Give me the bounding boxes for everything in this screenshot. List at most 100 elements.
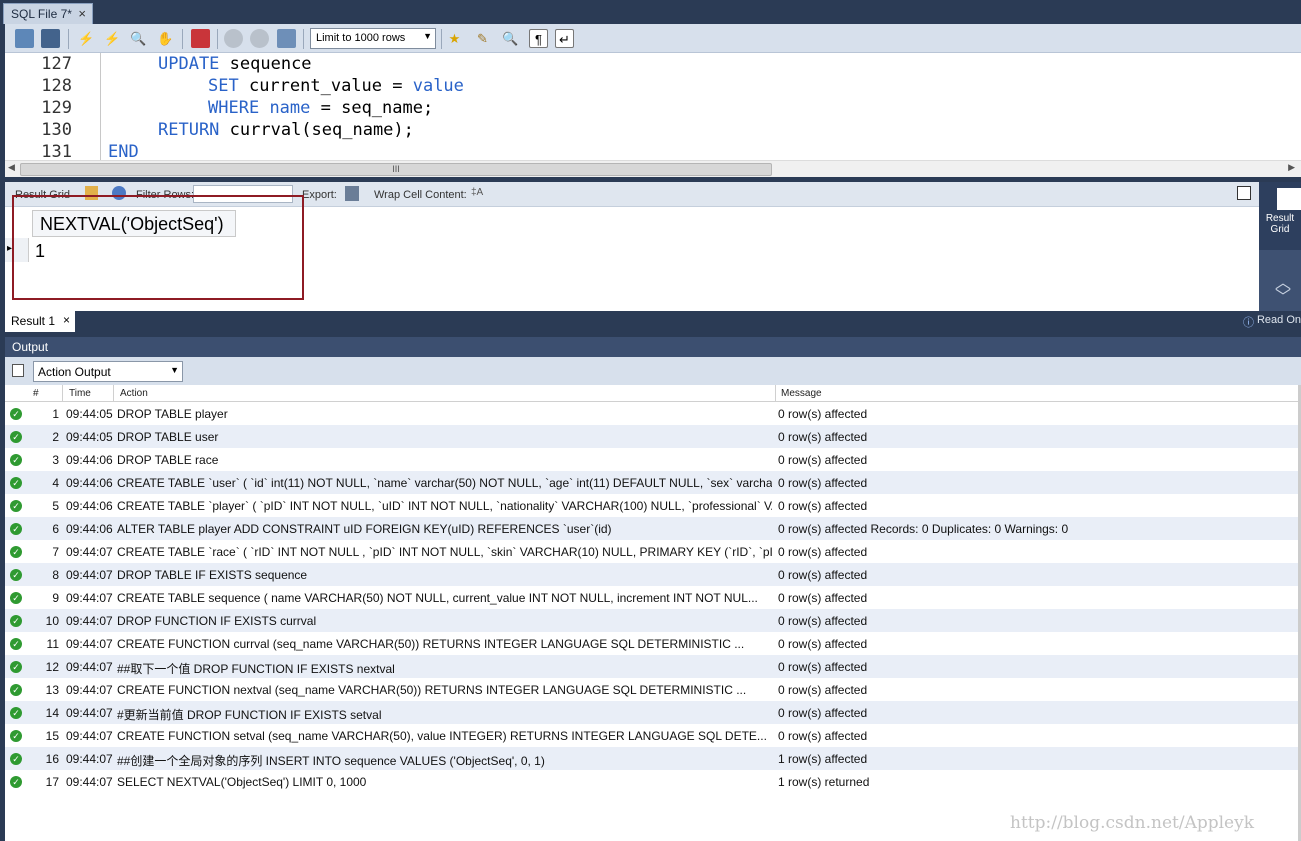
info-icon: ⓘ xyxy=(1243,317,1254,329)
line-number: 127 xyxy=(41,54,72,74)
sql-editor[interactable]: 127 128 129 130 131 UPDATE sequence SET … xyxy=(5,53,1301,160)
column-divider xyxy=(113,385,114,402)
invisible-chars-icon[interactable]: ¶ xyxy=(529,29,548,48)
row-time: 09:44:06 xyxy=(66,453,113,467)
scroll-right-icon[interactable]: ▶ xyxy=(1288,162,1295,173)
header-action[interactable]: Action xyxy=(120,388,148,399)
add-snippet-icon[interactable]: ★ xyxy=(445,29,464,48)
code-line: SET current_value = value xyxy=(208,76,464,96)
row-message: 0 row(s) affected xyxy=(778,453,868,467)
success-check-icon: ✓ xyxy=(10,753,22,765)
table-header: # Time Action Message xyxy=(5,385,1301,402)
commit-icon[interactable] xyxy=(224,29,243,48)
error-stop-icon[interactable] xyxy=(191,29,210,48)
tab-sql-file[interactable]: SQL File 7* × xyxy=(3,3,93,24)
row-time: 09:44:06 xyxy=(66,522,113,536)
export-label: Export: xyxy=(302,189,337,201)
output-type-value: Action Output xyxy=(38,365,111,379)
row-time: 09:44:07 xyxy=(66,568,113,582)
explain-icon[interactable]: 🔍 xyxy=(129,29,148,48)
action-output-table: # Time Action Message ✓ 1 09:44:05 DROP TAB… xyxy=(5,385,1301,841)
row-number: 11 xyxy=(46,637,59,651)
table-row[interactable]: ✓ 14 09:44:07 #更新当前值 DROP FUNCTION IF EXIST… xyxy=(5,701,1301,724)
table-row[interactable]: ✓ 12 09:44:07 ##取下一个值 DROP FUNCTION IF EXIS… xyxy=(5,655,1301,678)
table-row[interactable]: ✓ 1 09:44:05 DROP TABLE player 0 row(s) affe… xyxy=(5,402,1301,425)
code-line: UPDATE sequence xyxy=(158,54,312,74)
scrollbar-thumb[interactable]: III xyxy=(20,163,772,176)
tab-close-icon[interactable]: × xyxy=(78,6,86,21)
table-row[interactable]: ✓ 11 09:44:07 CREATE FUNCTION currval (seq_… xyxy=(5,632,1301,655)
code-keyword: value xyxy=(412,76,464,96)
success-check-icon: ✓ xyxy=(10,661,22,673)
table-row[interactable]: ✓ 4 09:44:06 CREATE TABLE `user` ( `id` int… xyxy=(5,471,1301,494)
success-check-icon: ✓ xyxy=(10,730,22,742)
header-message[interactable]: Message xyxy=(781,388,822,399)
line-number: 128 xyxy=(41,76,72,96)
code-keyword: RETURN xyxy=(158,120,220,140)
find-icon[interactable]: 🔍 xyxy=(501,29,520,48)
copy-icon[interactable] xyxy=(12,364,24,377)
execute-current-icon[interactable]: ⚡ xyxy=(103,29,122,48)
close-icon[interactable]: × xyxy=(63,313,70,327)
header-time[interactable]: Time xyxy=(69,388,91,399)
row-message: 0 row(s) affected xyxy=(778,706,868,720)
stop-icon[interactable]: ✋ xyxy=(156,29,175,48)
row-time: 09:44:07 xyxy=(66,752,113,766)
side-result-grid-button[interactable]: Result Grid xyxy=(1259,182,1301,250)
row-time: 09:44:07 xyxy=(66,614,113,628)
output-panel-header: Output xyxy=(5,337,1301,357)
code-text: sequence xyxy=(219,54,312,74)
table-row[interactable]: ✓ 9 09:44:07 CREATE TABLE sequence ( name V… xyxy=(5,586,1301,609)
toggle-panel-icon[interactable] xyxy=(1237,186,1251,200)
line-number: 131 xyxy=(41,142,72,160)
column-divider xyxy=(62,385,63,402)
sql-toolbar: ⚡ ⚡ 🔍 ✋ Limit to 1000 rows ▼ ★ ✎ 🔍 ¶ ↵ xyxy=(5,24,1301,53)
editor-tab-bar: SQL File 7* × xyxy=(0,0,1301,24)
wrap-cell-icon[interactable]: ‡A xyxy=(471,187,483,198)
success-check-icon: ✓ xyxy=(10,408,22,420)
row-time: 09:44:05 xyxy=(66,407,113,421)
table-row[interactable]: ✓ 6 09:44:06 ALTER TABLE player ADD CONSTRA… xyxy=(5,517,1301,540)
limit-rows-select[interactable]: Limit to 1000 rows ▼ xyxy=(310,28,436,49)
side-scroll-icon[interactable]: ︿ ﹀ xyxy=(1275,276,1291,306)
row-message: 0 row(s) affected Records: 0 Duplicates:… xyxy=(778,522,1069,536)
export-icon[interactable] xyxy=(345,186,359,201)
table-row[interactable]: ✓ 3 09:44:06 DROP TABLE race 0 row(s) affect… xyxy=(5,448,1301,471)
rollback-icon[interactable] xyxy=(250,29,269,48)
table-row[interactable]: ✓ 15 09:44:07 CREATE FUNCTION setval (seq_n… xyxy=(5,724,1301,747)
row-message: 0 row(s) affected xyxy=(778,729,868,743)
table-row[interactable]: ✓ 5 09:44:06 CREATE TABLE `player` ( `pID` … xyxy=(5,494,1301,517)
editor-horizontal-scrollbar[interactable]: ◀ III ▶ xyxy=(5,160,1301,177)
row-action: DROP TABLE user xyxy=(117,430,219,444)
table-row[interactable]: ✓ 8 09:44:07 DROP TABLE IF EXISTS sequence 0… xyxy=(5,563,1301,586)
row-action: DROP TABLE IF EXISTS sequence xyxy=(117,568,308,582)
success-check-icon: ✓ xyxy=(10,477,22,489)
tab-result-1[interactable]: Result 1 × xyxy=(5,311,75,332)
table-row[interactable]: ✓ 13 09:44:07 CREATE FUNCTION nextval (seq_… xyxy=(5,678,1301,701)
toolbar-divider xyxy=(217,29,218,49)
execute-icon[interactable]: ⚡ xyxy=(77,29,96,48)
table-row[interactable]: ✓ 7 09:44:07 CREATE TABLE `race` ( `rID` IN… xyxy=(5,540,1301,563)
save-icon[interactable] xyxy=(41,29,60,48)
table-row[interactable]: ✓ 10 09:44:07 DROP FUNCTION IF EXISTS currv… xyxy=(5,609,1301,632)
row-message: 0 row(s) affected xyxy=(778,476,868,490)
row-message: 0 row(s) affected xyxy=(778,545,868,559)
row-number: 1 xyxy=(52,407,59,421)
row-number: 15 xyxy=(45,729,59,743)
table-row[interactable]: ✓ 16 09:44:07 ##创建一个全局对象的序列 INSERT INTO seq… xyxy=(5,747,1301,770)
row-time: 09:44:06 xyxy=(66,476,113,490)
header-num[interactable]: # xyxy=(33,388,39,399)
row-action: #更新当前值 DROP FUNCTION IF EXISTS setval xyxy=(117,708,382,722)
beautify-icon[interactable]: ✎ xyxy=(473,29,492,48)
open-file-icon[interactable] xyxy=(15,29,34,48)
autocommit-icon[interactable] xyxy=(277,29,296,48)
output-type-select[interactable]: Action Output ▼ xyxy=(33,361,183,382)
scroll-left-icon[interactable]: ◀ xyxy=(8,162,15,173)
toolbar-divider xyxy=(441,29,442,49)
row-message: 0 row(s) affected xyxy=(778,568,868,582)
row-time: 09:44:06 xyxy=(66,499,113,513)
table-row[interactable]: ✓ 17 09:44:07 SELECT NEXTVAL('ObjectSeq') L… xyxy=(5,770,1301,793)
word-wrap-icon[interactable]: ↵ xyxy=(555,29,574,48)
table-row[interactable]: ✓ 2 09:44:05 DROP TABLE user 0 row(s) affect… xyxy=(5,425,1301,448)
row-action: CREATE TABLE `player` ( `pID` INT NOT NU… xyxy=(117,499,772,513)
